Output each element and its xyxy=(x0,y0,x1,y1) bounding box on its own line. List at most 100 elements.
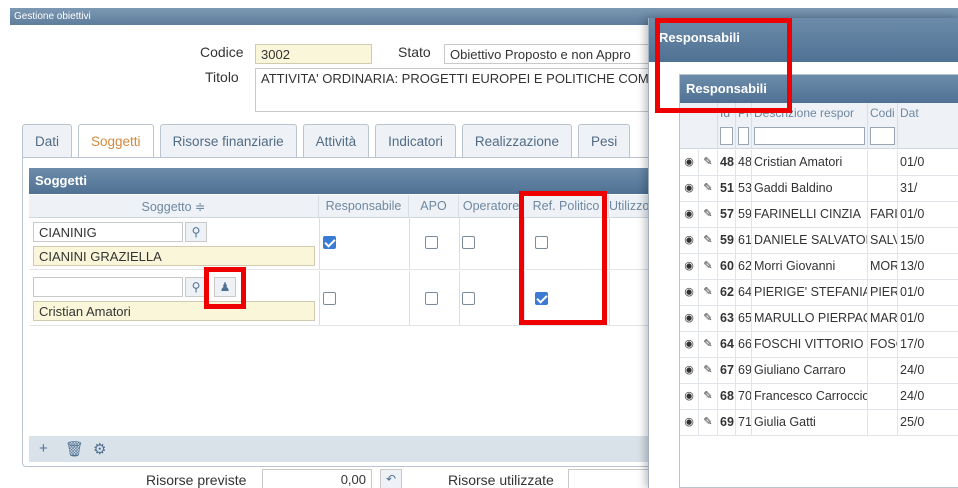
cell-id: 59 xyxy=(718,228,736,254)
eye-icon[interactable]: ◉ xyxy=(680,150,699,176)
pencil-icon[interactable]: ✎ xyxy=(699,280,718,306)
cell-descrizione: Morri Giovanni xyxy=(752,254,868,280)
cell-id: 60 xyxy=(718,254,736,280)
pencil-icon[interactable]: ✎ xyxy=(699,384,718,410)
col-soggetto[interactable]: Soggetto ≑ xyxy=(29,195,319,218)
pencil-icon[interactable]: ✎ xyxy=(699,332,718,358)
tab-soggetti[interactable]: Soggetti xyxy=(78,124,154,158)
cell-data: 01/0 xyxy=(898,202,958,228)
soggetto-code-input[interactable] xyxy=(33,277,183,297)
responsabili-dialog: Responsabili Responsabili Id Pro Descriz… xyxy=(648,18,958,488)
col-responsabile[interactable]: Responsabile xyxy=(319,195,409,218)
cell-id: 62 xyxy=(718,280,736,306)
stato-field[interactable]: Obiettivo Proposto e non Appro xyxy=(444,44,658,64)
apo-checkbox[interactable] xyxy=(425,236,438,249)
highlight-dialog-title xyxy=(655,18,792,113)
pencil-icon[interactable]: ✎ xyxy=(699,410,718,436)
eye-icon[interactable]: ◉ xyxy=(680,306,699,332)
cell-data: 01/0 xyxy=(898,280,958,306)
undo-icon[interactable]: ↶ xyxy=(380,469,402,488)
responsabile-checkbox[interactable] xyxy=(323,236,336,249)
responsabile-checkbox[interactable] xyxy=(323,292,336,305)
cell-id: 51 xyxy=(718,176,736,202)
cell-pro: 62 xyxy=(736,254,752,280)
col-operatore[interactable]: Operatore xyxy=(459,195,524,218)
pencil-icon[interactable]: ✎ xyxy=(699,358,718,384)
cell-pro: 66 xyxy=(736,332,752,358)
eye-icon[interactable]: ◉ xyxy=(680,228,699,254)
eye-icon[interactable]: ◉ xyxy=(680,176,699,202)
pencil-icon[interactable]: ✎ xyxy=(699,202,718,228)
cell-pro: 65 xyxy=(736,306,752,332)
cell-codice xyxy=(868,384,898,410)
cell-pro: 59 xyxy=(736,202,752,228)
gear-icon[interactable]: ⚙ xyxy=(93,440,106,458)
soggetto-name: CIANINI GRAZIELLA xyxy=(33,246,315,266)
responsabile-row[interactable]: ◉ ✎ 51 53 Gaddi Baldino 31/ xyxy=(680,176,958,202)
cell-data: 01/0 xyxy=(898,306,958,332)
risorse-utilizzate-field[interactable] xyxy=(568,469,658,488)
cell-data: 25/0 xyxy=(898,410,958,436)
cell-data: 17/0 xyxy=(898,332,958,358)
highlight-ref-politico xyxy=(519,191,607,325)
cell-codice xyxy=(868,176,898,202)
tab-realizzazione[interactable]: Realizzazione xyxy=(461,124,572,158)
eye-icon[interactable]: ◉ xyxy=(680,280,699,306)
stato-label: Stato xyxy=(398,44,431,60)
cell-codice: MAR xyxy=(868,306,898,332)
pencil-icon[interactable]: ✎ xyxy=(699,228,718,254)
responsabile-row[interactable]: ◉ ✎ 63 65 MARULLO PIERPAO MAR 01/0 xyxy=(680,306,958,332)
tab-indicatori[interactable]: Indicatori xyxy=(375,124,456,158)
cell-codice xyxy=(868,410,898,436)
cell-pro: 71 xyxy=(736,410,752,436)
search-icon[interactable]: ⚲ xyxy=(185,222,207,242)
filter-pro[interactable] xyxy=(736,123,752,149)
cell-codice: FOSC xyxy=(868,332,898,358)
pencil-icon[interactable]: ✎ xyxy=(699,176,718,202)
soggetto-code-input[interactable]: CIANINIG xyxy=(33,222,183,242)
cell-descrizione: FOSCHI VITTORIO xyxy=(752,332,868,358)
eye-icon[interactable]: ◉ xyxy=(680,332,699,358)
tab-pesi[interactable]: Pesi xyxy=(577,124,631,158)
titolo-field[interactable]: ATTIVITA' ORDINARIA: PROGETTI EUROPEI E … xyxy=(255,68,658,112)
tab-risorse-finanziarie[interactable]: Risorse finanziarie xyxy=(159,124,297,158)
col-codice[interactable]: Codi xyxy=(868,103,898,123)
col-utilizzo[interactable]: Utilizzo xyxy=(609,195,649,218)
operatore-checkbox[interactable] xyxy=(462,236,475,249)
filter-codice[interactable] xyxy=(868,123,898,149)
tab-dati[interactable]: Dati xyxy=(22,124,73,158)
responsabile-row[interactable]: ◉ ✎ 67 69 Giuliano Carraro 24/0 xyxy=(680,358,958,384)
cell-pro: 61 xyxy=(736,228,752,254)
cell-descrizione: Francesco Carroccio xyxy=(752,384,868,410)
filter-id[interactable] xyxy=(718,123,736,149)
cell-id: 67 xyxy=(718,358,736,384)
responsabile-row[interactable]: ◉ ✎ 69 71 Giulia Gatti 25/0 xyxy=(680,410,958,436)
pencil-icon[interactable]: ✎ xyxy=(699,254,718,280)
col-apo[interactable]: APO xyxy=(409,195,459,218)
responsabile-row[interactable]: ◉ ✎ 48 48 Cristian Amatori 01/0 xyxy=(680,150,958,176)
risorse-previste-field[interactable]: 0,00 xyxy=(262,469,372,488)
cell-pro: 48 xyxy=(736,150,752,176)
filter-descrizione[interactable] xyxy=(752,123,868,149)
eye-icon[interactable]: ◉ xyxy=(680,202,699,228)
eye-icon[interactable]: ◉ xyxy=(680,254,699,280)
responsabile-row[interactable]: ◉✎6466FOSCHI VITTORIOFOSC17/0 xyxy=(680,332,958,358)
codice-field[interactable]: 3002 xyxy=(255,44,372,64)
eye-icon[interactable]: ◉ xyxy=(680,358,699,384)
pencil-icon[interactable]: ✎ xyxy=(699,306,718,332)
cell-id: 69 xyxy=(718,410,736,436)
responsabile-row[interactable]: ◉ ✎ 68 70 Francesco Carroccio 24/0 xyxy=(680,384,958,410)
col-data[interactable]: Dat xyxy=(898,103,958,123)
operatore-checkbox[interactable] xyxy=(462,292,475,305)
responsabile-row[interactable]: ◉ ✎ 60 62 Morri Giovanni MOR 13/0 xyxy=(680,254,958,280)
responsabile-row[interactable]: ◉ ✎ 59 61 DANIELE SALVATOF SALV 15/0 xyxy=(680,228,958,254)
eye-icon[interactable]: ◉ xyxy=(680,410,699,436)
apo-checkbox[interactable] xyxy=(425,292,438,305)
eye-icon[interactable]: ◉ xyxy=(680,384,699,410)
plus-icon[interactable]: + xyxy=(39,440,48,457)
responsabile-row[interactable]: ◉✎5759FARINELLI CINZIAFARII01/0 xyxy=(680,202,958,228)
pencil-icon[interactable]: ✎ xyxy=(699,150,718,176)
tab-attivita[interactable]: Attività xyxy=(302,124,370,158)
responsabile-row[interactable]: ◉✎6264PIERIGE' STEFANIAPIERI01/0 xyxy=(680,280,958,306)
trash-icon[interactable]: 🗑 xyxy=(65,440,84,458)
